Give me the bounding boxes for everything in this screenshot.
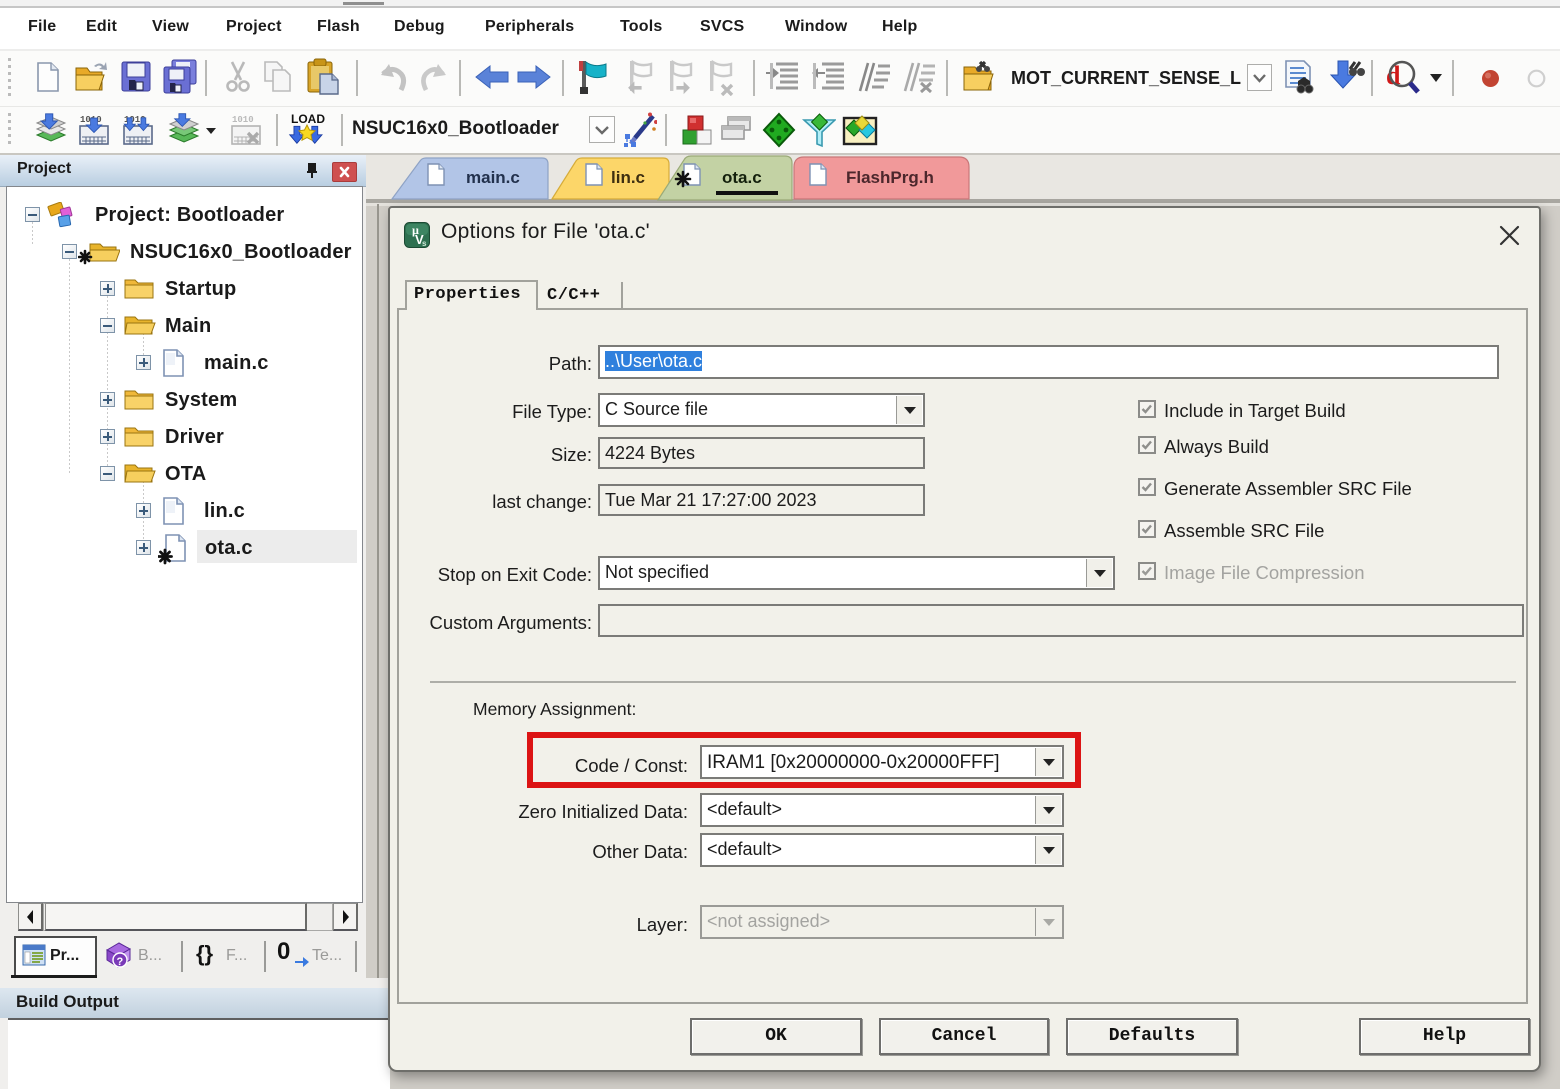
svg-text:lin.c: lin.c xyxy=(611,168,645,187)
svg-text:FlashPrg.h: FlashPrg.h xyxy=(846,168,934,187)
svg-text:s: s xyxy=(422,239,427,248)
svg-text:ota.c: ota.c xyxy=(722,168,762,187)
svg-text:main.c: main.c xyxy=(466,168,520,187)
svg-text:LOAD: LOAD xyxy=(291,112,325,126)
svg-text:?: ? xyxy=(117,956,124,968)
svg-text:1010: 1010 xyxy=(232,115,254,125)
